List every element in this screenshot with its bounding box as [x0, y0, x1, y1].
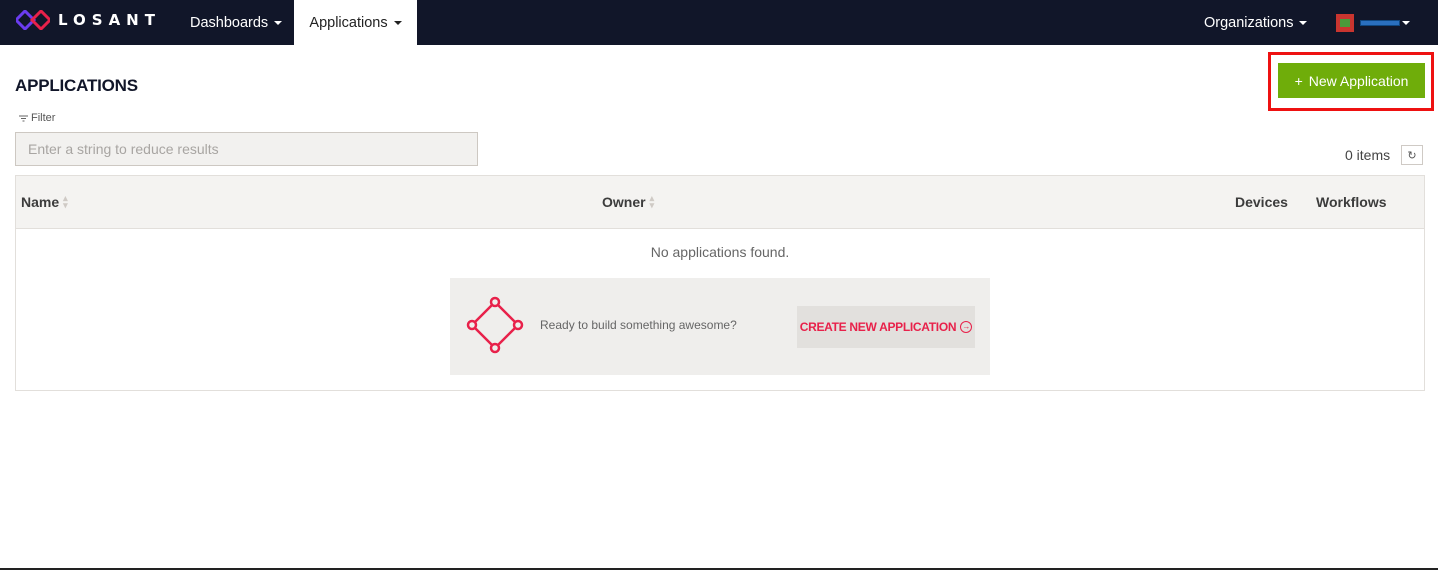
filter-icon [19, 115, 28, 121]
top-navbar: LOSANT Dashboards Applications Organizat… [0, 0, 1438, 45]
nav-dashboards-menu[interactable]: Dashboards [190, 0, 283, 45]
arrow-right-icon: → [960, 321, 973, 333]
application-diamond-icon [466, 296, 524, 354]
callout-text: Ready to build something awesome? [540, 318, 737, 332]
plus-icon: + [1294, 72, 1303, 89]
empty-state-message: No applications found. [650, 244, 790, 260]
items-count: 0 items [1345, 147, 1391, 163]
filter-label-text: Filter [31, 112, 56, 124]
column-header-devices: Devices [1235, 194, 1288, 210]
nav-applications-menu[interactable]: Applications [294, 0, 417, 45]
redacted-username [1360, 19, 1400, 26]
losant-logo-icon [16, 10, 50, 30]
filter-label: Filter [19, 112, 55, 124]
create-new-application-label: CREATE NEW APPLICATION [799, 320, 957, 334]
nav-applications-label: Applications [309, 14, 388, 31]
new-application-label: New Application [1308, 72, 1409, 89]
column-header-owner[interactable]: Owner ▴ ▾ [602, 193, 655, 211]
table-header: Name ▴ ▾ Owner ▴ ▾ Devices Workflows [16, 176, 1424, 229]
applications-table: Name ▴ ▾ Owner ▴ ▾ Devices Workflows No ap… [15, 175, 1425, 391]
avatar [1336, 13, 1354, 32]
chevron-down-icon [1299, 20, 1308, 25]
chevron-down-icon [1402, 20, 1410, 25]
create-new-application-button[interactable]: CREATE NEW APPLICATION → [797, 306, 975, 348]
nav-organizations-label: Organizations [1204, 14, 1294, 31]
nav-dashboards-label: Dashboards [190, 14, 269, 31]
refresh-icon: ↻ [1407, 149, 1417, 162]
nav-organizations-menu[interactable]: Organizations [1204, 0, 1308, 45]
sort-icon: ▴ ▾ [649, 193, 655, 210]
column-header-workflows: Workflows [1316, 194, 1387, 210]
column-header-workflows-label: Workflows [1316, 194, 1387, 210]
column-header-owner-label: Owner [602, 194, 646, 210]
new-application-button[interactable]: + New Application [1278, 63, 1425, 98]
sort-icon: ▴ ▾ [63, 193, 68, 210]
column-header-name[interactable]: Name ▴ ▾ [21, 193, 68, 211]
user-menu[interactable] [1336, 0, 1410, 45]
create-application-callout: Ready to build something awesome? CREATE… [450, 278, 990, 375]
filter-input[interactable] [15, 132, 478, 166]
column-header-devices-label: Devices [1235, 194, 1288, 210]
column-header-name-label: Name [21, 194, 60, 210]
brand-name: LOSANT [58, 11, 161, 29]
chevron-down-icon [393, 20, 402, 25]
chevron-down-icon [274, 20, 283, 25]
refresh-button[interactable]: ↻ [1401, 145, 1423, 165]
page-title: APPLICATIONS [15, 76, 138, 95]
losant-logo[interactable]: LOSANT [16, 10, 176, 30]
